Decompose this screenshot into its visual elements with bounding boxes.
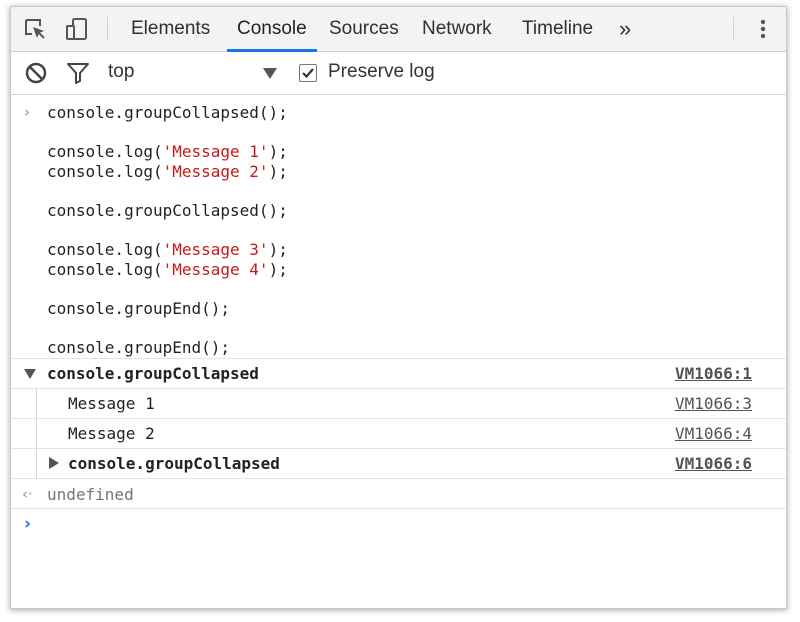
clear-console-icon[interactable] xyxy=(24,61,48,85)
code-line: console.log('Message 4'); xyxy=(47,259,288,279)
filter-icon[interactable] xyxy=(66,61,90,85)
source-link[interactable]: VM1066:6 xyxy=(675,454,752,473)
collapsed-triangle-icon[interactable] xyxy=(49,457,59,469)
console-toolbar: top Preserve log xyxy=(11,52,786,95)
log-group-row[interactable]: console.groupCollapsed VM1066:6 xyxy=(11,448,786,478)
code-line: console.log('Message 2'); xyxy=(47,161,288,181)
tab-sources[interactable]: Sources xyxy=(327,7,401,51)
group-indent-line xyxy=(36,419,37,448)
preserve-log-label[interactable]: Preserve log xyxy=(328,61,435,83)
log-group-row[interactable]: console.groupCollapsed VM1066:1 xyxy=(11,358,786,388)
tab-network[interactable]: Network xyxy=(420,7,494,51)
source-link[interactable]: VM1066:3 xyxy=(675,394,752,413)
code-line: console.groupCollapsed(); xyxy=(47,200,288,220)
preserve-log-checkbox[interactable] xyxy=(299,64,317,82)
toolbar-divider xyxy=(107,17,108,41)
group-indent-line xyxy=(36,389,37,418)
result-row: ‹· undefined xyxy=(11,478,786,508)
code-line: console.log('Message 1'); xyxy=(47,142,288,162)
device-mode-icon[interactable] xyxy=(65,17,89,41)
kebab-menu-icon[interactable] xyxy=(751,17,775,41)
source-link[interactable]: VM1066:1 xyxy=(675,364,752,383)
tab-elements[interactable]: Elements xyxy=(129,7,212,51)
source-link[interactable]: VM1066:4 xyxy=(675,424,752,443)
context-selector[interactable]: top xyxy=(108,61,134,83)
tab-console[interactable]: Console xyxy=(227,7,317,52)
group-indent-line xyxy=(36,449,37,478)
more-tabs-button[interactable]: » xyxy=(617,7,633,51)
tab-timeline[interactable]: Timeline xyxy=(520,7,595,51)
result-arrow-icon: ‹· xyxy=(22,485,33,503)
prompt-caret-icon: › xyxy=(24,514,32,534)
input-prompt-icon: › xyxy=(24,103,30,121)
context-dropdown-arrow-icon[interactable] xyxy=(263,68,277,79)
group-label: console.groupCollapsed xyxy=(47,364,259,383)
console-input-echo: console.groupCollapsed(); console.log('M… xyxy=(47,103,288,358)
code-line: console.groupCollapsed(); xyxy=(47,103,288,122)
toolbar-divider xyxy=(733,17,734,41)
console-prompt[interactable]: › xyxy=(11,508,786,608)
code-line: console.groupEnd(); xyxy=(47,298,231,318)
group-label: console.groupCollapsed xyxy=(68,454,280,473)
devtools-window: Elements Console Sources Network Timelin… xyxy=(10,6,787,609)
expand-triangle-icon[interactable] xyxy=(24,369,36,379)
code-line: console.log('Message 3'); xyxy=(47,240,288,260)
log-message-row: Message 1 VM1066:3 xyxy=(11,388,786,418)
code-line: console.groupEnd(); xyxy=(47,338,231,358)
log-message: Message 1 xyxy=(68,394,155,413)
devtools-tabbar: Elements Console Sources Network Timelin… xyxy=(11,7,786,52)
log-message: Message 2 xyxy=(68,424,155,443)
inspect-element-icon[interactable] xyxy=(23,17,47,41)
log-message-row: Message 2 VM1066:4 xyxy=(11,418,786,448)
result-value: undefined xyxy=(47,485,134,504)
